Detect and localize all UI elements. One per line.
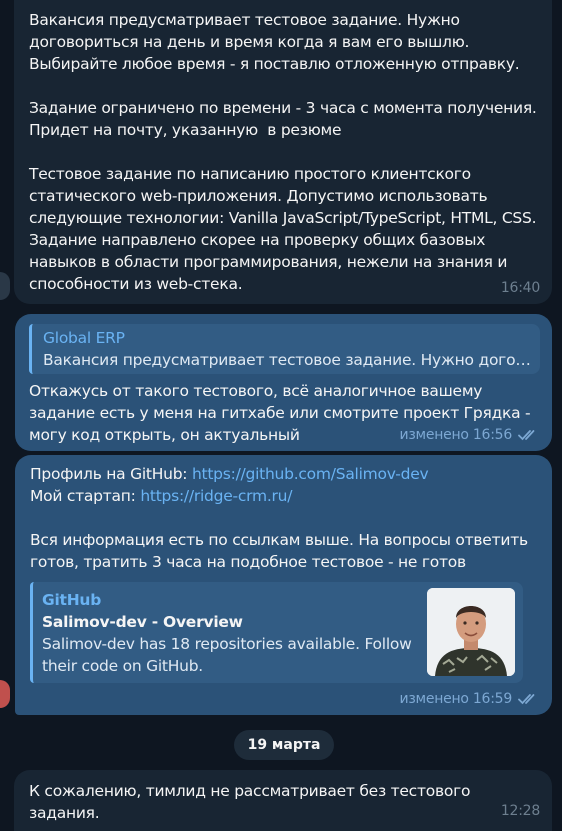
message-time: 12:28 [500,803,540,819]
message-outgoing-links[interactable]: Профиль на GitHub: https://github.com/Sa… [15,455,552,715]
reply-quote[interactable]: Global ERP Вакансия предусматривает тест… [29,324,540,374]
message-text: К сожалению, тимлид не рассматривает без… [29,782,475,822]
reply-sender-name: Global ERP [43,329,125,347]
double-check-icon [518,430,535,441]
github-link[interactable]: https://github.com/Salimov-dev [192,465,429,483]
profile-photo-icon [427,588,515,676]
message-incoming-rejection[interactable]: К сожалению, тимлид не рассматривает без… [14,770,552,831]
message-outgoing-reply[interactable]: Global ERP Вакансия предусматривает тест… [15,314,552,451]
startup-label: Мой стартап: [30,487,141,505]
sender-avatar-stub [0,680,10,708]
github-line: Профиль на GitHub: https://github.com/Sa… [30,463,540,485]
message-meta: 16:40 [501,277,540,299]
github-label: Профиль на GitHub: [30,465,192,483]
startup-line: Мой стартап: https://ridge-crm.ru/ [30,485,540,507]
message-time: 16:40 [500,280,540,296]
startup-link[interactable]: https://ridge-crm.ru/ [140,487,292,505]
message-time: изменено 16:59 [399,691,513,707]
preview-thumbnail[interactable] [427,588,515,676]
reply-quoted-text: Вакансия предусматривает тестовое задани… [43,351,532,369]
link-preview-card[interactable]: GitHub Salimov-dev - Overview Salimov-de… [30,582,523,683]
message-incoming-test-task[interactable]: Вакансия предусматривает тестовое задани… [14,0,552,304]
message-text: Вся информация есть по ссылкам выше. На … [30,531,533,571]
message-meta: изменено 16:59 [400,688,541,710]
message-meta: изменено 16:56 [400,424,541,446]
preview-description: Salimov-dev has 18 repositories availabl… [42,635,412,675]
message-meta: 12:28 [501,800,540,822]
sender-avatar-stub [0,272,10,300]
double-check-icon [518,694,535,705]
message-text: Вакансия предусматривает тестовое задани… [29,11,537,293]
date-separator: 19 марта [234,730,334,760]
message-time: изменено 16:56 [399,427,513,443]
